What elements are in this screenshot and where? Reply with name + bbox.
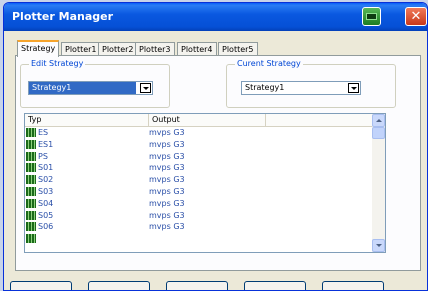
- edit-strategy-dropdown[interactable]: Strategy1: [28, 81, 153, 95]
- printer-icon[interactable]: [362, 7, 381, 26]
- close-icon[interactable]: ✕: [405, 7, 427, 26]
- scroll-thumb[interactable]: [372, 127, 385, 139]
- grid-icon: [26, 151, 36, 161]
- column-header-typ[interactable]: Typ: [25, 114, 149, 126]
- row-name: S06: [38, 222, 54, 232]
- strategy-tab-panel: Edit Strategy Strategy1 Curent Strategy …: [15, 55, 421, 271]
- current-strategy-label: Curent Strategy: [235, 59, 303, 68]
- list-item[interactable]: PS mvps G3: [25, 151, 373, 163]
- list-item[interactable]: ES mvps G3: [25, 127, 373, 139]
- row-name: S05: [38, 210, 54, 220]
- list-item[interactable]: S04 mvps G3: [25, 198, 373, 210]
- title-bar[interactable]: Plotter Manager ✕: [4, 3, 427, 31]
- grid-icon: [26, 186, 36, 196]
- row-name: S02: [38, 175, 54, 185]
- row-output: mvps G3: [149, 210, 185, 220]
- window-title: Plotter Manager: [12, 10, 114, 23]
- row-name: ES: [38, 128, 49, 137]
- grid-icon: [26, 198, 36, 208]
- list-header: Typ Output: [25, 114, 373, 127]
- current-strategy-dropdown[interactable]: Strategy1: [241, 81, 361, 95]
- scroll-up-icon[interactable]: [372, 114, 385, 127]
- list-item[interactable]: ES1 mvps G3: [25, 139, 373, 151]
- edit-strategy-value: Strategy1: [29, 82, 136, 94]
- grid-icon: [26, 234, 36, 244]
- grid-icon: [26, 163, 36, 173]
- strategy-list[interactable]: Typ Output ES mvps G3 ES1 mvps G3 PS mvps G…: [24, 113, 386, 253]
- vertical-scrollbar[interactable]: [372, 114, 385, 252]
- chevron-down-icon[interactable]: [348, 83, 359, 93]
- dialog-button-row: [4, 281, 427, 290]
- chevron-down-icon[interactable]: [140, 83, 151, 93]
- list-item-partial[interactable]: [25, 233, 373, 245]
- row-output: mvps G3: [149, 198, 185, 208]
- dialog-button-1[interactable]: [10, 281, 72, 290]
- dialog-button-4[interactable]: [244, 281, 306, 290]
- row-name: S03: [38, 186, 54, 196]
- grid-icon: [26, 139, 36, 149]
- row-output: mvps G3: [149, 139, 185, 149]
- list-rows: ES mvps G3 ES1 mvps G3 PS mvps G3 S01 mvps G…: [25, 127, 373, 245]
- dialog-button-3[interactable]: [166, 281, 228, 290]
- list-item[interactable]: S02 mvps G3: [25, 174, 373, 186]
- scroll-down-icon[interactable]: [372, 239, 385, 252]
- column-header-empty[interactable]: [266, 114, 373, 126]
- list-item[interactable]: S06 mvps G3: [25, 221, 373, 233]
- grid-icon: [26, 210, 36, 220]
- tab-plotter2[interactable]: Plotter2: [98, 42, 138, 56]
- current-strategy-group: Curent Strategy Strategy1: [226, 59, 396, 108]
- current-strategy-value: Strategy1: [245, 83, 285, 92]
- column-header-output[interactable]: Output: [149, 114, 266, 126]
- row-name: ES1: [38, 139, 54, 149]
- tab-plotter4[interactable]: Plotter4: [177, 42, 217, 56]
- tab-strategy[interactable]: Strategy: [17, 40, 60, 57]
- grid-icon: [26, 128, 36, 137]
- row-output: mvps G3: [149, 151, 185, 161]
- list-item[interactable]: S01 mvps G3: [25, 162, 373, 174]
- dialog-button-2[interactable]: [88, 281, 150, 290]
- list-item[interactable]: S05 mvps G3: [25, 210, 373, 222]
- plotter-manager-window: Plotter Manager ✕ Strategy Plotter1 Plot…: [3, 2, 428, 291]
- row-output: mvps G3: [149, 163, 185, 173]
- row-output: mvps G3: [149, 175, 185, 185]
- tab-plotter1[interactable]: Plotter1: [61, 42, 101, 56]
- list-item[interactable]: S03 mvps G3: [25, 186, 373, 198]
- row-name: S04: [38, 198, 54, 208]
- row-name: S01: [38, 163, 54, 173]
- row-output: mvps G3: [149, 186, 185, 196]
- edit-strategy-label: Edit Strategy: [29, 59, 86, 68]
- tab-plotter5[interactable]: Plotter5: [218, 42, 258, 56]
- row-output: mvps G3: [149, 222, 185, 232]
- edit-strategy-group: Edit Strategy Strategy1: [20, 59, 170, 108]
- dialog-button-5[interactable]: [322, 281, 384, 290]
- tab-plotter3[interactable]: Plotter3: [135, 42, 175, 56]
- grid-icon: [26, 222, 36, 232]
- row-output: mvps G3: [149, 128, 185, 137]
- grid-icon: [26, 175, 36, 185]
- row-name: PS: [38, 151, 48, 161]
